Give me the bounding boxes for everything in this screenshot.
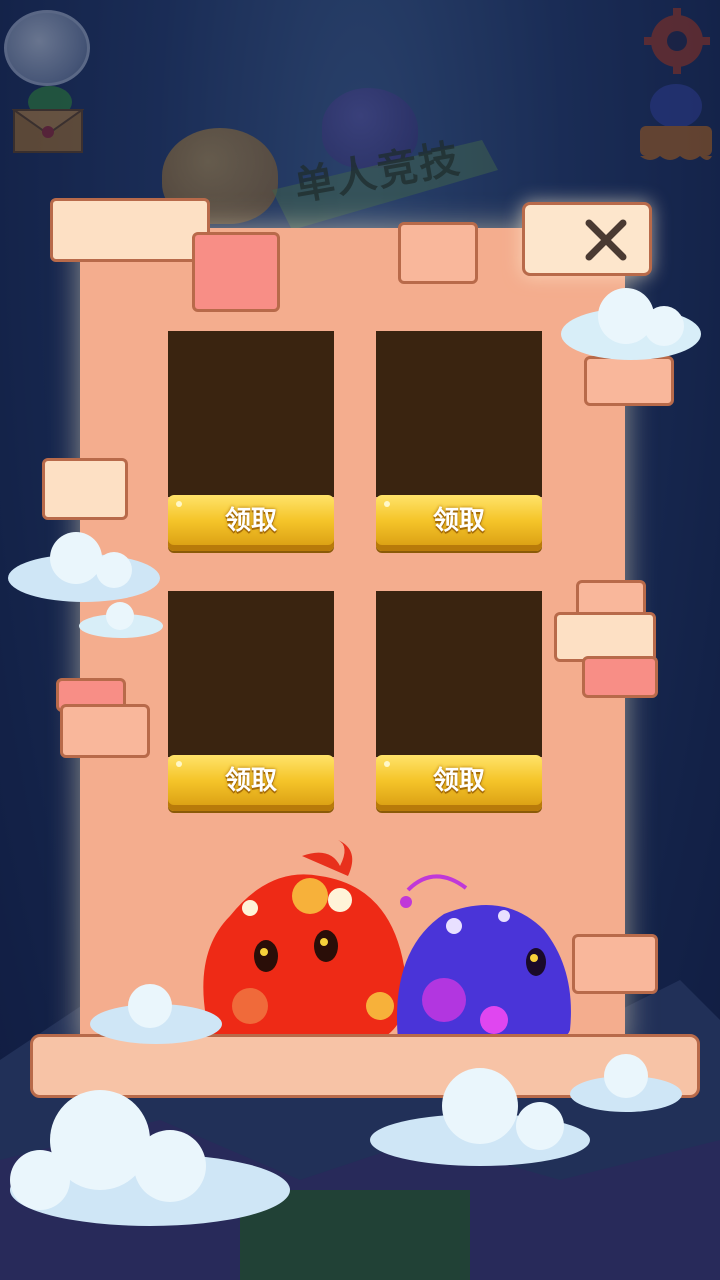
cloud-decoration: [561, 288, 701, 360]
cloud-decoration: [570, 1054, 682, 1112]
reward-slot: 领取: [168, 591, 334, 811]
reward-slot: 领取: [168, 331, 334, 551]
cloud-decoration: [90, 984, 222, 1044]
claim-button[interactable]: 领取: [376, 755, 542, 811]
panel-side-brick: [60, 704, 150, 758]
reward-item-box: [168, 591, 334, 757]
cloud-decoration: [10, 1090, 290, 1226]
reward-slot: 领取: [376, 331, 542, 551]
cloud-decoration: [79, 602, 163, 638]
claim-button[interactable]: 领取: [168, 495, 334, 551]
reward-item-box: [168, 331, 334, 497]
claim-button[interactable]: 领取: [376, 495, 542, 551]
blue-slime-character: [396, 874, 571, 1041]
panel-side-brick: [42, 458, 128, 520]
reward-item-box: [376, 591, 542, 757]
reward-slot: 领取: [376, 591, 542, 811]
close-icon: [585, 219, 627, 261]
cloud-decoration: [8, 532, 160, 602]
claim-button[interactable]: 领取: [168, 755, 334, 811]
panel-side-brick: [582, 656, 658, 698]
cloud-decoration: [370, 1068, 590, 1166]
close-button[interactable]: [522, 202, 652, 276]
panel-top-brick: [398, 222, 478, 284]
panel-side-brick: [554, 612, 656, 662]
panel-top-brick: [192, 232, 280, 312]
reward-item-box: [376, 331, 542, 497]
panel-top-brick: [50, 198, 210, 262]
panel-side-brick: [572, 934, 658, 994]
